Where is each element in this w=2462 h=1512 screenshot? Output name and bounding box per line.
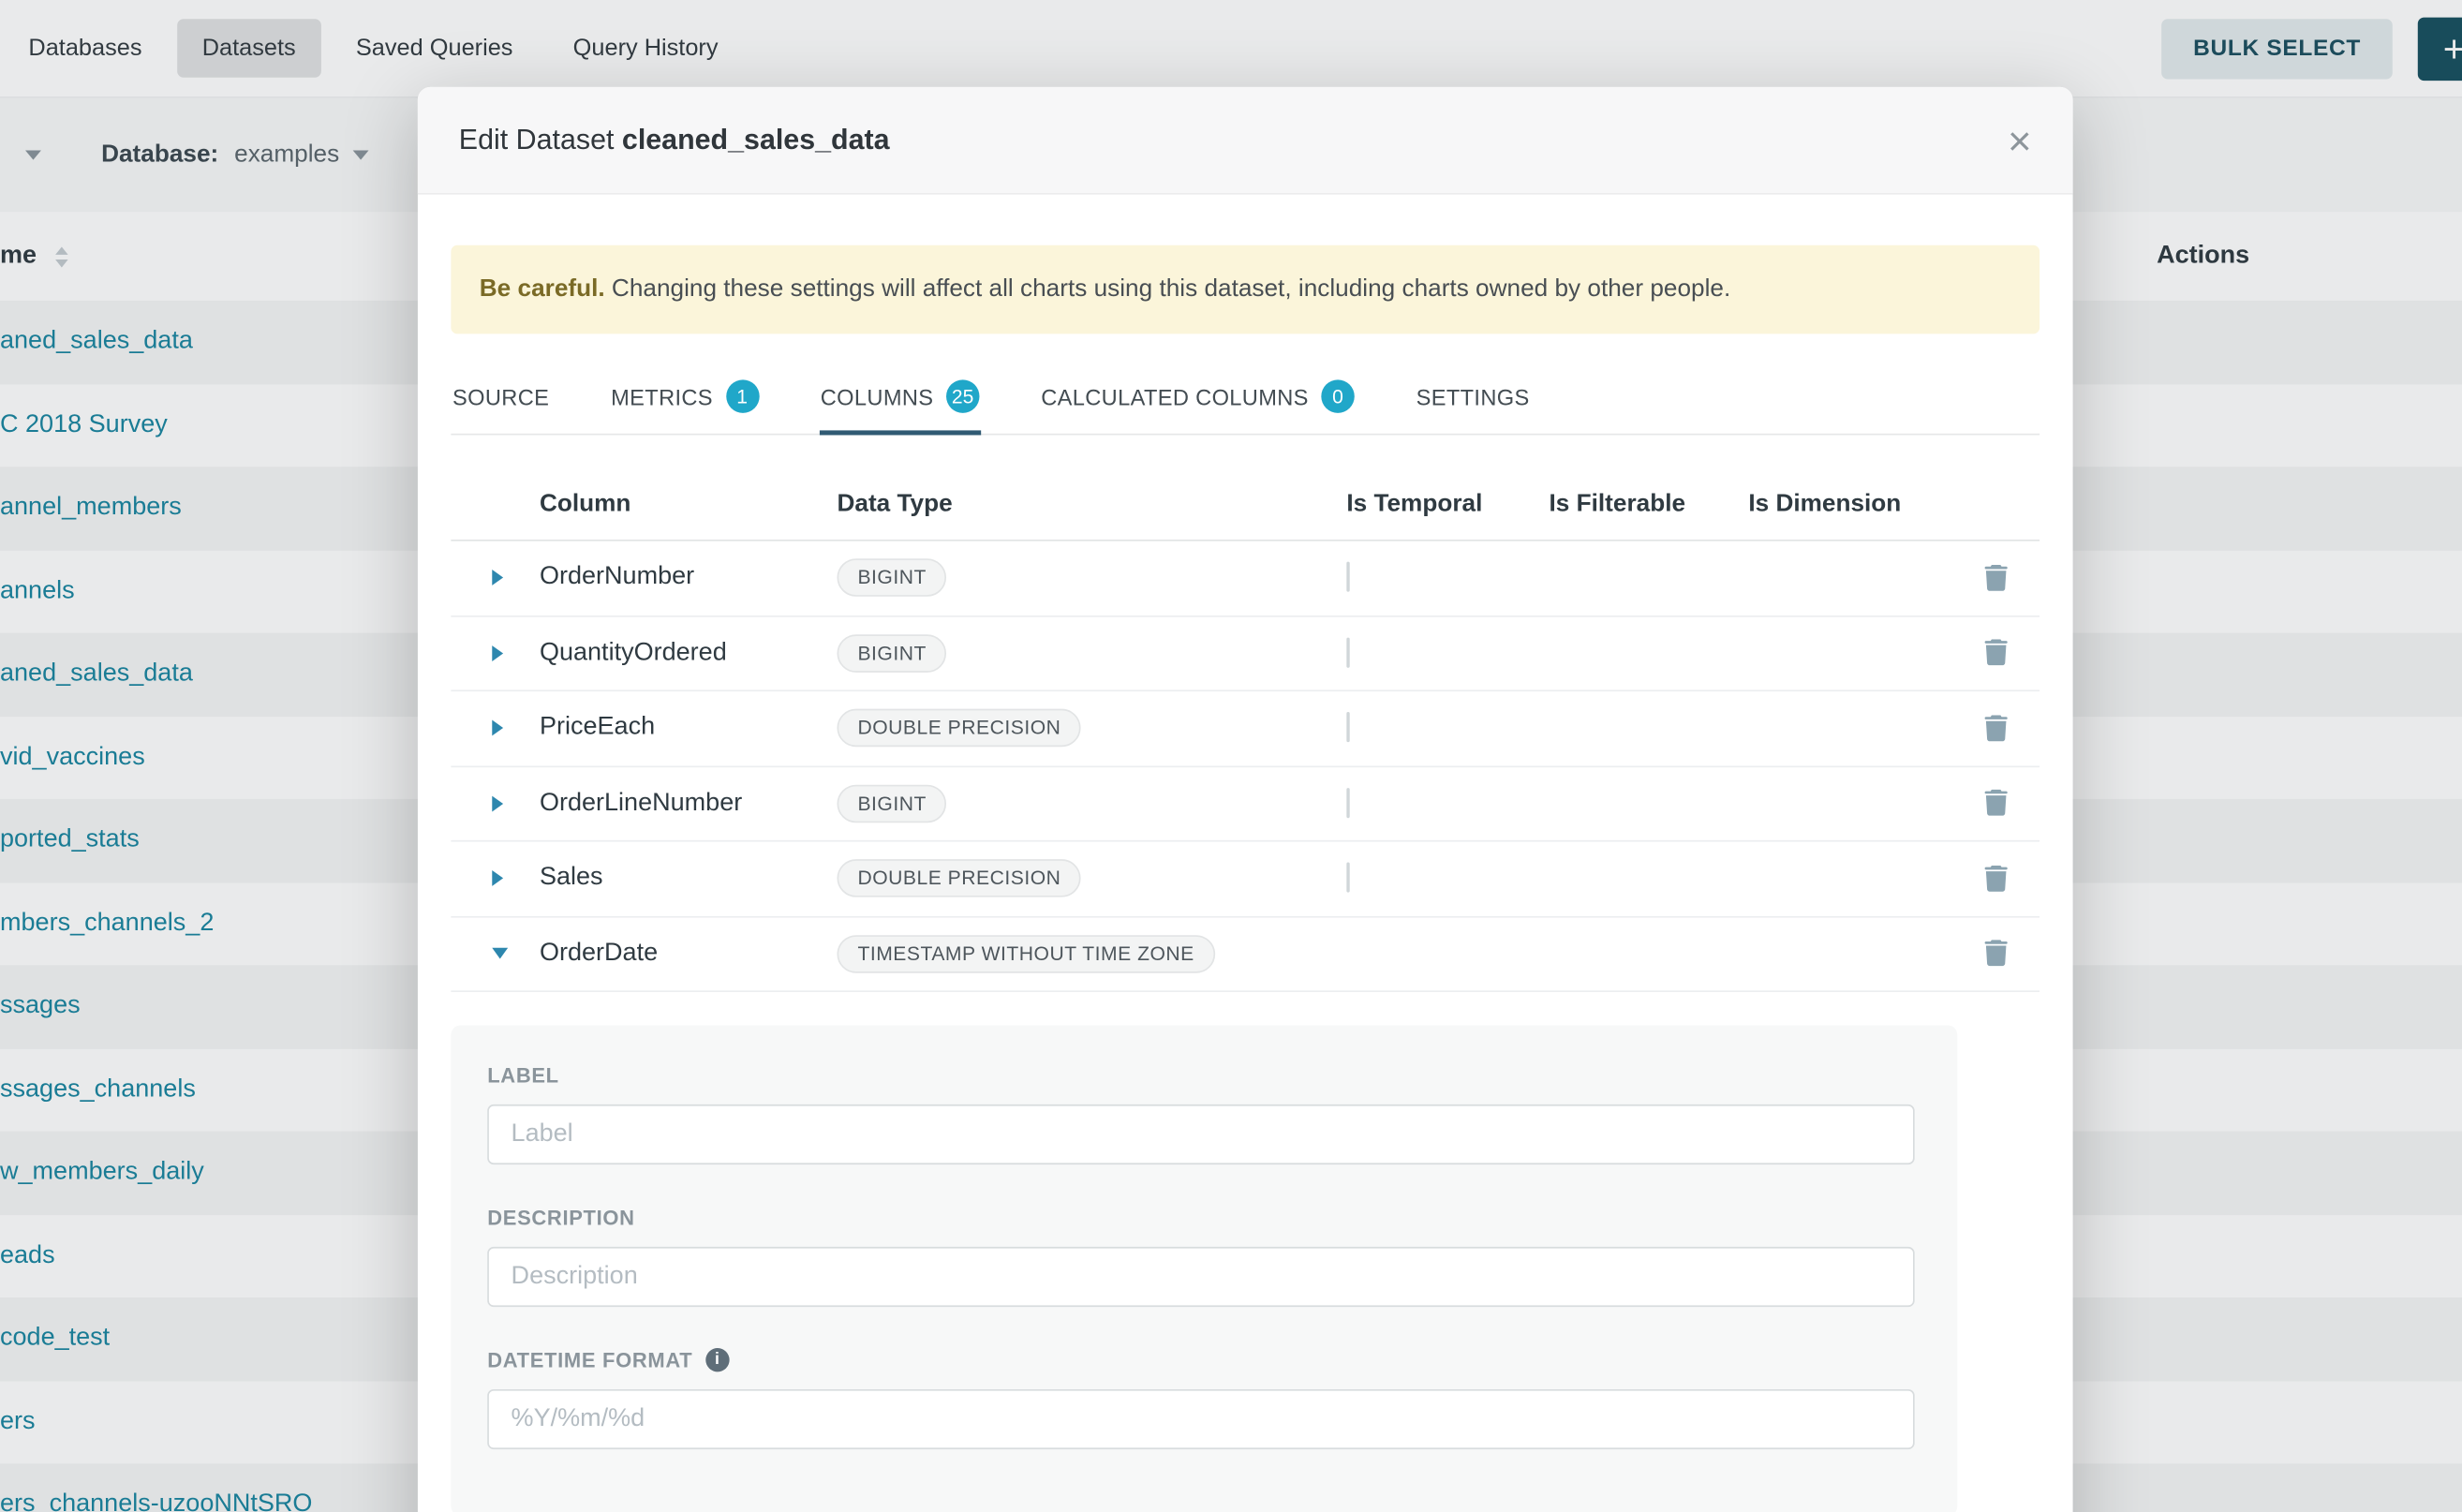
trash-icon[interactable] bbox=[1983, 640, 2007, 667]
datetime-format-field: DATETIME FORMAT bbox=[487, 1348, 1957, 1449]
data-type-pill: BIGINT bbox=[837, 634, 946, 673]
modal-tabs: SOURCE METRICS 1 COLUMNS 25 CALCULATED C… bbox=[451, 358, 2039, 436]
table-row: QuantityOrdered BIGINT bbox=[451, 616, 2039, 691]
warning-banner: Be careful. Changing these settings will… bbox=[451, 245, 2039, 334]
label-field: LABEL bbox=[487, 1063, 1957, 1164]
table-row: OrderNumber BIGINT bbox=[451, 541, 2039, 616]
warning-text: Changing these settings will affect all … bbox=[612, 275, 1730, 303]
trash-icon[interactable] bbox=[1983, 715, 2007, 742]
modal-body: Be careful. Changing these settings will… bbox=[418, 245, 2073, 1512]
modal-header: Edit Dataset cleaned_sales_data × bbox=[418, 87, 2073, 195]
columns-count-badge: 25 bbox=[946, 379, 979, 412]
columns-table: Column Data Type Is Temporal Is Filterab… bbox=[451, 470, 2039, 992]
label-input[interactable] bbox=[487, 1104, 1914, 1164]
columns-table-header: Column Data Type Is Temporal Is Filterab… bbox=[451, 470, 2039, 541]
table-row: PriceEach DOUBLE PRECISION bbox=[451, 691, 2039, 766]
is-temporal-checkbox[interactable] bbox=[1346, 863, 1349, 893]
trash-icon[interactable] bbox=[1983, 865, 2007, 892]
expand-caret-icon[interactable] bbox=[492, 645, 503, 661]
trash-icon[interactable] bbox=[1983, 565, 2007, 592]
datetime-format-input[interactable] bbox=[487, 1389, 1914, 1449]
is-temporal-checkbox[interactable] bbox=[1346, 712, 1349, 742]
modal-title-prefix: Edit Dataset bbox=[459, 124, 615, 156]
description-input[interactable] bbox=[487, 1247, 1914, 1307]
tab-columns[interactable]: COLUMNS 25 bbox=[819, 358, 981, 434]
table-row: OrderLineNumber BIGINT bbox=[451, 766, 2039, 841]
expand-caret-icon[interactable] bbox=[492, 570, 503, 586]
is-temporal-checkbox[interactable] bbox=[1346, 637, 1349, 667]
tab-metrics[interactable]: METRICS 1 bbox=[609, 358, 760, 434]
trash-icon[interactable] bbox=[1983, 790, 2007, 817]
data-type-pill: DOUBLE PRECISION bbox=[837, 860, 1081, 898]
app-root: Databases Datasets Saved Queries Query H… bbox=[0, 0, 2462, 1512]
column-detail-panel: LABEL DESCRIPTION DATETIME FORMAT bbox=[451, 1025, 1957, 1512]
trash-icon[interactable] bbox=[1983, 941, 2007, 968]
is-temporal-checkbox[interactable] bbox=[1346, 788, 1349, 818]
data-type-pill: DOUBLE PRECISION bbox=[837, 709, 1081, 748]
table-row: OrderDate TIMESTAMP WITHOUT TIME ZONE bbox=[451, 917, 2039, 992]
data-type-pill: TIMESTAMP WITHOUT TIME ZONE bbox=[837, 935, 1214, 973]
is-temporal-checkbox[interactable] bbox=[1346, 562, 1349, 592]
warning-bold: Be careful. bbox=[480, 275, 605, 303]
expand-caret-icon[interactable] bbox=[492, 720, 503, 736]
edit-dataset-modal: Edit Dataset cleaned_sales_data × Be car… bbox=[418, 87, 2073, 1512]
tab-calculated-columns[interactable]: CALCULATED COLUMNS 0 bbox=[1040, 358, 1357, 434]
data-type-pill: BIGINT bbox=[837, 559, 946, 598]
modal-title: Edit Dataset cleaned_sales_data bbox=[459, 124, 890, 156]
collapse-caret-icon[interactable] bbox=[492, 948, 508, 959]
close-icon[interactable]: × bbox=[2008, 120, 2032, 161]
modal-title-dataset-name: cleaned_sales_data bbox=[622, 124, 890, 156]
tab-settings[interactable]: SETTINGS bbox=[1415, 358, 1531, 434]
tab-source[interactable]: SOURCE bbox=[451, 358, 551, 434]
calculated-columns-count-badge: 0 bbox=[1321, 379, 1354, 412]
data-type-pill: BIGINT bbox=[837, 784, 946, 823]
expand-caret-icon[interactable] bbox=[492, 795, 503, 811]
info-icon bbox=[705, 1348, 729, 1371]
description-field: DESCRIPTION bbox=[487, 1206, 1957, 1307]
metrics-count-badge: 1 bbox=[725, 379, 758, 412]
table-row: Sales DOUBLE PRECISION bbox=[451, 842, 2039, 917]
expand-caret-icon[interactable] bbox=[492, 870, 503, 886]
